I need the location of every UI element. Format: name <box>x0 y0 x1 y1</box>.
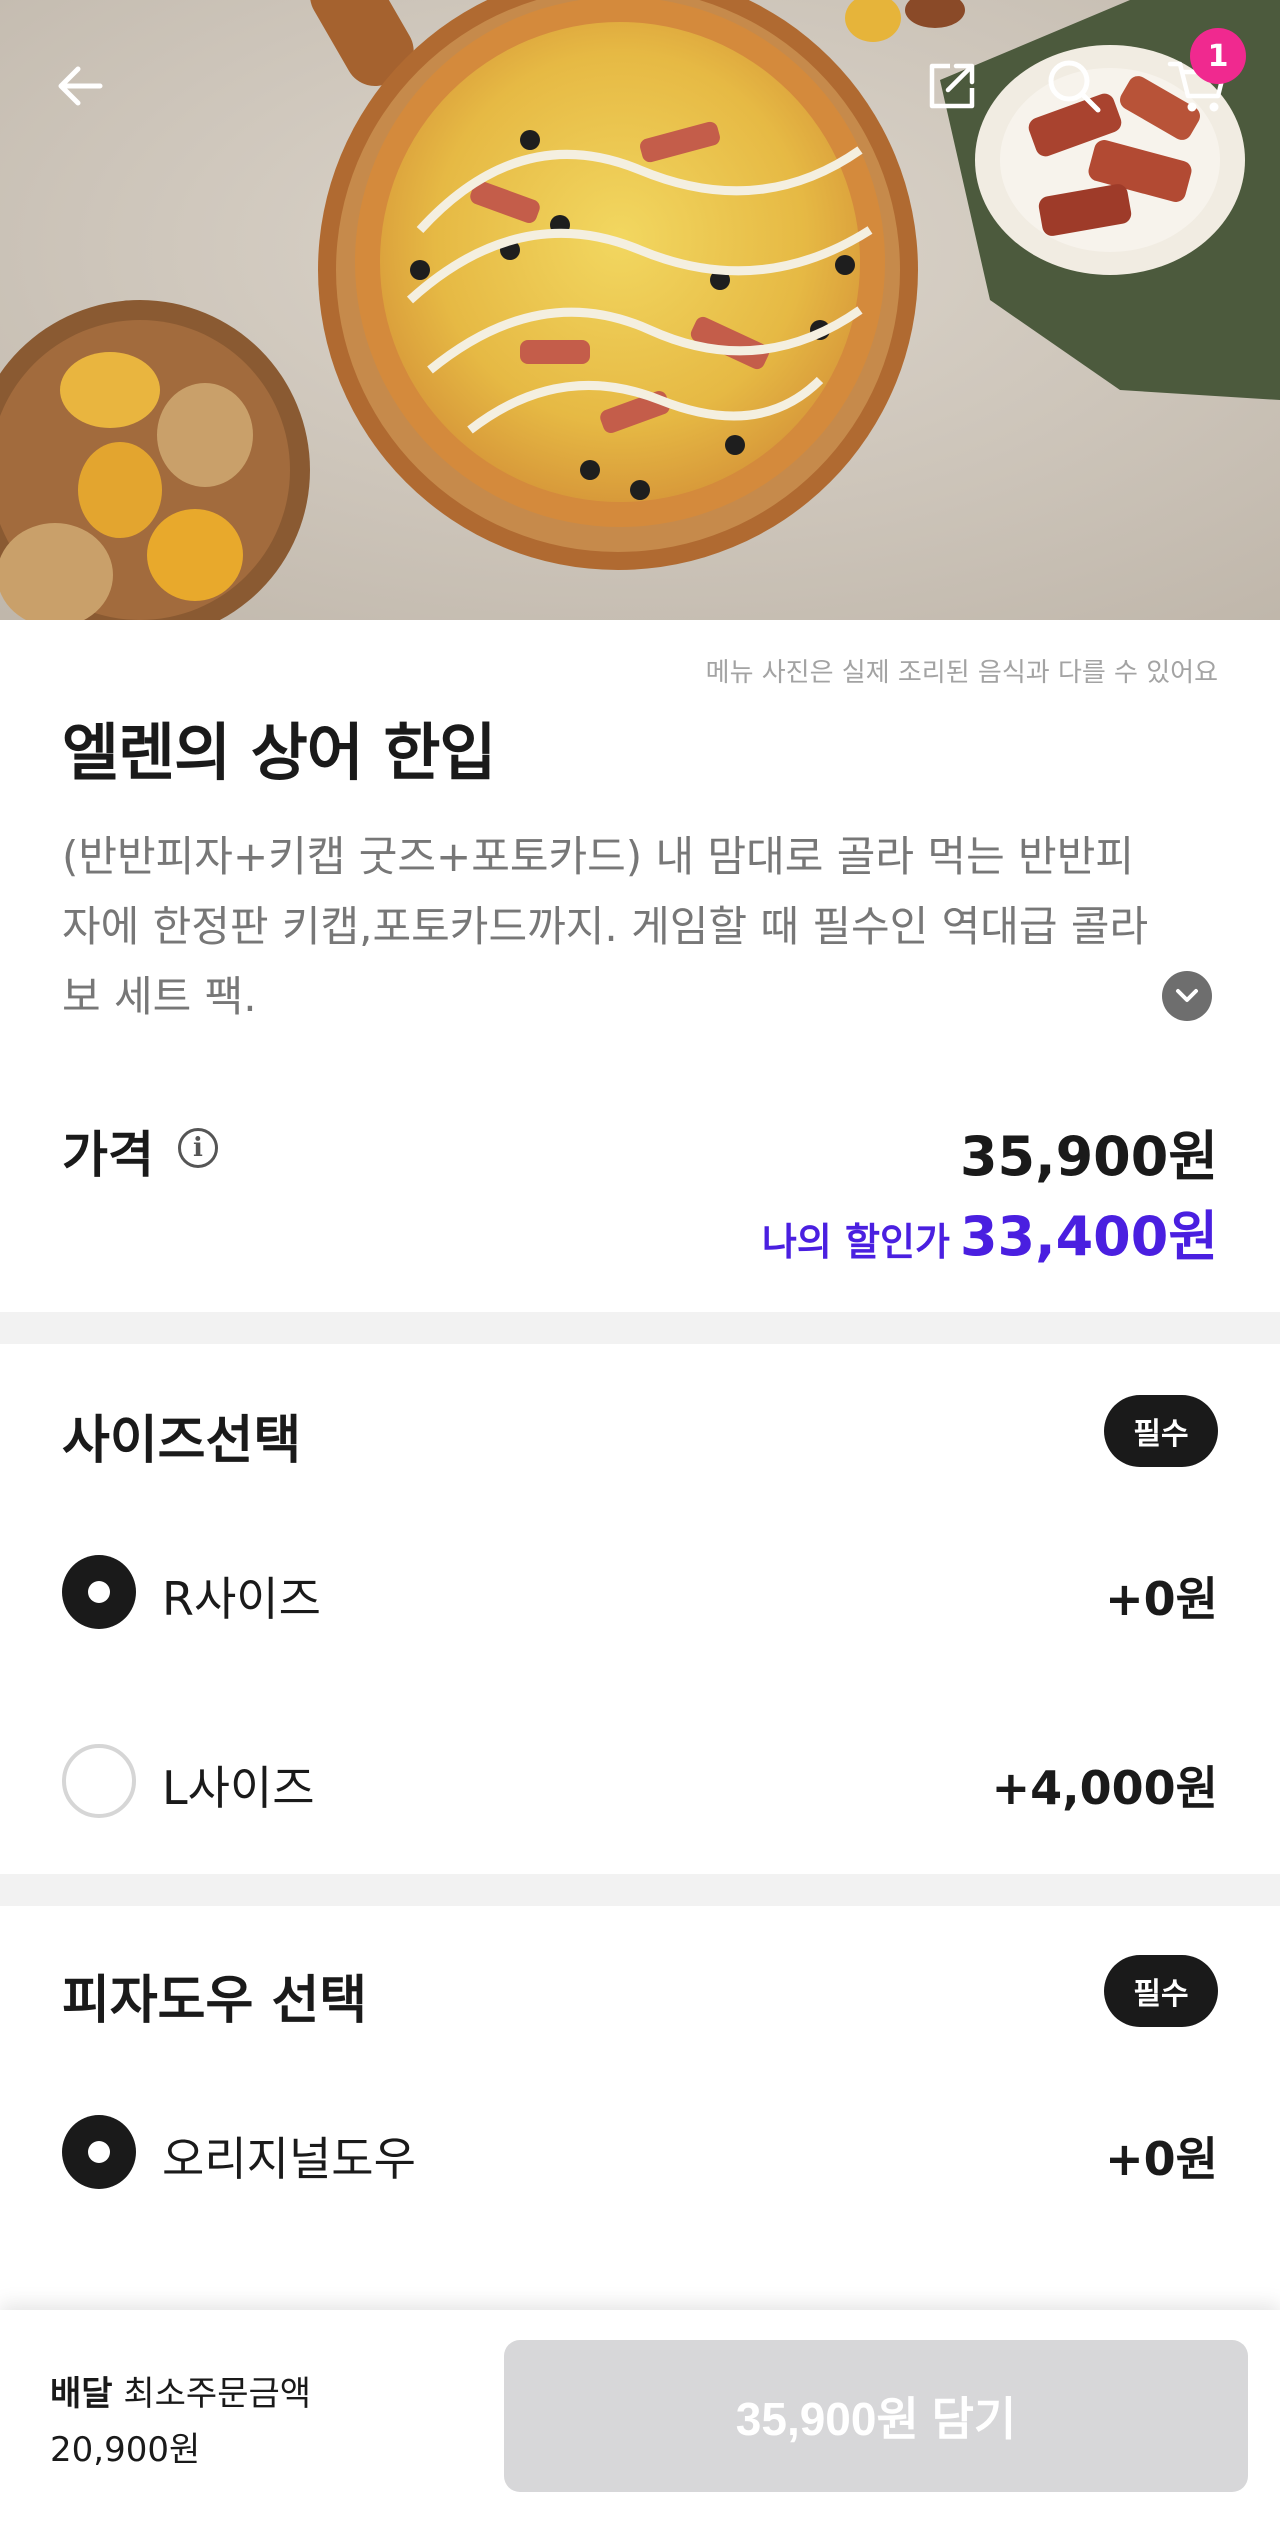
discount-price-row: 나의 할인가 33,400원 <box>762 1192 1218 1271</box>
discount-label: 나의 할인가 <box>761 1220 950 1264</box>
option-label: L사이즈 <box>162 1761 315 1815</box>
search-button[interactable] <box>1026 38 1122 134</box>
option-price: +0원 <box>1105 1572 1218 1626</box>
min-order-line: 배달 최소주문금액 <box>50 2366 311 2415</box>
min-order-amount: 20,900원 <box>50 2430 201 2470</box>
menu-detail-page: 1 메뉴 사진은 실제 조리된 음식과 다를 수 있어요 엘렌의 상어 한입 (… <box>0 0 1280 2524</box>
search-icon <box>1048 60 1101 113</box>
price-value: 35,900원 <box>959 1125 1218 1188</box>
share-button[interactable] <box>904 38 1000 134</box>
required-badge: 필수 <box>1104 1395 1218 1467</box>
radio-selected[interactable] <box>62 2115 136 2189</box>
delivery-label: 배달 <box>50 2374 113 2414</box>
size-option-r[interactable]: R사이즈 +0원 <box>0 1555 1280 1675</box>
expand-description-button[interactable] <box>1162 971 1212 1021</box>
info-icon[interactable]: i <box>178 1128 218 1168</box>
menu-title: 엘렌의 상어 한입 <box>62 716 496 789</box>
bottom-order-bar: 배달 최소주문금액 20,900원 35,900원 담기 <box>0 2310 1280 2524</box>
size-option-l[interactable]: L사이즈 +4,000원 <box>0 1744 1280 1864</box>
size-section-title: 사이즈선택 <box>62 1411 302 1471</box>
price-label: 가격 <box>62 1126 154 1184</box>
section-divider <box>0 1874 1280 1906</box>
option-label: R사이즈 <box>162 1572 321 1626</box>
radio-unselected[interactable] <box>62 1744 136 1818</box>
arrow-left-icon <box>58 66 103 106</box>
dough-option-original[interactable]: 오리지널도우 +0원 <box>0 2115 1280 2235</box>
option-label: 오리지널도우 <box>162 2132 416 2186</box>
required-badge: 필수 <box>1104 1955 1218 2027</box>
discount-value: 33,400원 <box>959 1205 1218 1268</box>
option-price: +4,000원 <box>991 1761 1218 1815</box>
section-divider <box>0 1312 1280 1344</box>
cart-count-badge: 1 <box>1190 28 1246 84</box>
menu-hero-image: 1 <box>0 0 1280 620</box>
add-to-cart-button[interactable]: 35,900원 담기 <box>504 2340 1248 2492</box>
back-button[interactable] <box>32 38 128 134</box>
option-price: +0원 <box>1105 2132 1218 2186</box>
share-external-icon <box>929 63 975 109</box>
min-order-label: 최소주문금액 <box>123 2374 312 2414</box>
dough-section-title: 피자도우 선택 <box>62 1971 368 2031</box>
menu-description: (반반피자+키캡 굿즈+포토카드) 내 맘대로 골라 먹는 반반피자에 한정판 … <box>62 832 1149 1021</box>
cart-button[interactable]: 1 <box>1150 28 1246 134</box>
chevron-down-icon <box>1176 989 1198 1002</box>
radio-selected[interactable] <box>62 1555 136 1629</box>
photo-disclaimer: 메뉴 사진은 실제 조리된 음식과 다를 수 있어요 <box>705 658 1218 688</box>
